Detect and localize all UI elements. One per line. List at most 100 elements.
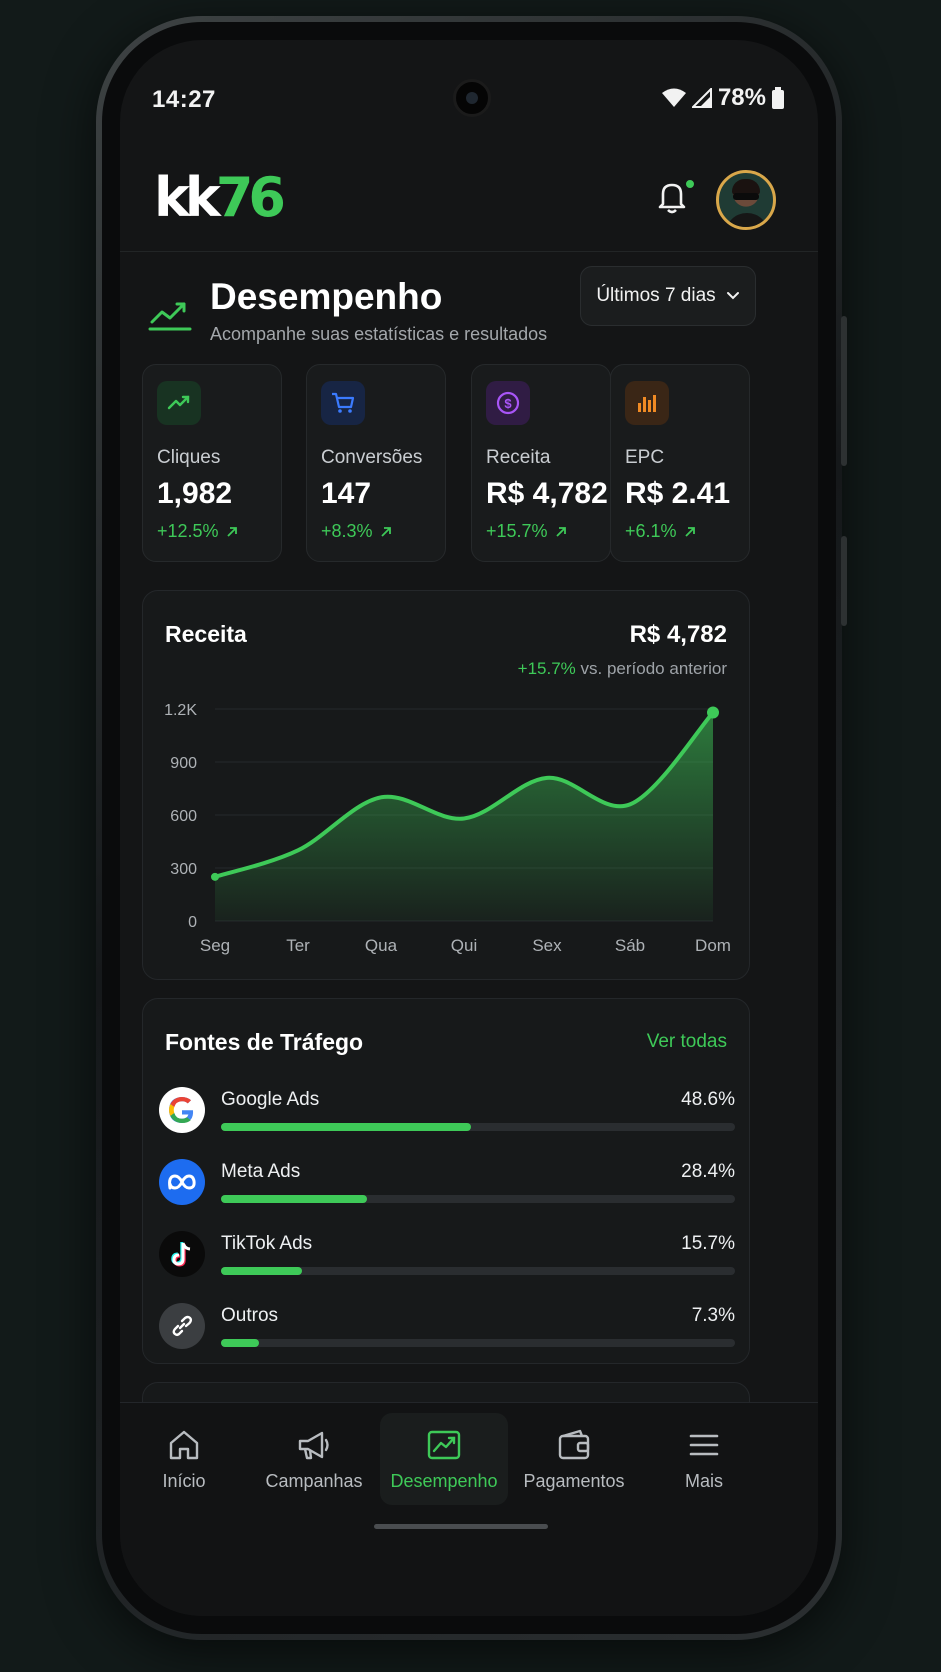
- revenue-total: R$ 4,782: [629, 621, 727, 648]
- arrow-up-right-icon: [684, 526, 695, 537]
- megaphone-icon: [298, 1431, 329, 1460]
- y-tick-label: 600: [170, 808, 197, 825]
- volume-button: [841, 316, 847, 466]
- traffic-sources-card: Fontes de Tráfego Ver todas Google Ads 4…: [142, 998, 750, 1364]
- power-button: [841, 536, 847, 626]
- period-dropdown[interactable]: Últimos 7 dias: [580, 266, 756, 326]
- source-bar-fill: [221, 1267, 302, 1275]
- link-icon: [159, 1303, 205, 1349]
- traffic-row-tiktok[interactable]: TikTok Ads 15.7%: [159, 1227, 735, 1283]
- svg-text:$: $: [504, 396, 512, 411]
- home-icon: [169, 1430, 199, 1460]
- y-tick-label: 1.2K: [164, 702, 197, 719]
- stat-value: R$ 2.41: [625, 477, 731, 510]
- y-tick-label: 900: [170, 755, 197, 772]
- notification-dot: [684, 178, 696, 190]
- brand-logo[interactable]: kk76: [154, 166, 286, 229]
- nav-label: Mais: [684, 1471, 723, 1491]
- x-tick-label: Dom: [695, 936, 731, 955]
- source-name: TikTok Ads: [221, 1233, 313, 1254]
- source-bar-track: [221, 1267, 735, 1275]
- stat-value: R$ 4,782: [486, 477, 608, 510]
- bar-chart-icon: [625, 381, 669, 425]
- stat-label: Cliques: [157, 447, 221, 468]
- meta-icon: [159, 1159, 205, 1205]
- source-bar-fill: [221, 1339, 259, 1347]
- nav-item-pagamentos[interactable]: Pagamentos: [510, 1413, 638, 1505]
- battery-percent: 78%: [717, 84, 766, 111]
- source-bar-track: [221, 1339, 735, 1347]
- chart-point: [707, 706, 719, 719]
- status-bar: 14:27 78%: [120, 40, 818, 117]
- stat-change: +12.5%: [157, 521, 239, 542]
- page-subtitle: Acompanhe suas estatísticas e resultados: [210, 324, 548, 344]
- stat-card-receita[interactable]: $ Receita R$ 4,782 +15.7%: [471, 364, 611, 562]
- stat-card-conversoes[interactable]: Conversões 147 +8.3%: [306, 364, 446, 562]
- source-name: Google Ads: [221, 1089, 320, 1110]
- signal-icon: [691, 88, 712, 108]
- x-tick-label: Sex: [532, 936, 562, 955]
- source-bar-track: [221, 1195, 735, 1203]
- chevron-down-icon: [726, 292, 739, 300]
- nav-item-desempenho[interactable]: Desempenho: [380, 1413, 508, 1505]
- page-title: Desempenho: [210, 276, 443, 317]
- source-name: Meta Ads: [221, 1161, 301, 1182]
- source-bar-fill: [221, 1123, 471, 1131]
- home-indicator[interactable]: [374, 1524, 548, 1529]
- screen: 14:27 78% kk76 Desempenho Acompanhe suas…: [120, 40, 818, 1616]
- front-camera: [453, 79, 491, 117]
- nav-item-campanhas[interactable]: Campanhas: [250, 1413, 378, 1505]
- revenue-comparison: +15.7% vs. período anterior: [517, 659, 727, 678]
- nav-label: Desempenho: [390, 1471, 498, 1491]
- cart-icon: [321, 381, 365, 425]
- x-tick-label: Seg: [200, 936, 230, 955]
- source-percent: 7.3%: [691, 1305, 735, 1326]
- traffic-row-outros[interactable]: Outros 7.3%: [159, 1299, 735, 1355]
- stat-card-epc[interactable]: EPC R$ 2.41 +6.1%: [610, 364, 750, 562]
- y-tick-label: 300: [170, 861, 197, 878]
- nav-item-mais[interactable]: Mais: [640, 1413, 768, 1505]
- stat-change: +15.7%: [486, 521, 568, 542]
- trending-up-icon: [157, 381, 201, 425]
- phone-bezel: 14:27 78% kk76 Desempenho Acompanhe suas…: [102, 22, 836, 1634]
- x-tick-label: Qua: [365, 936, 398, 955]
- revenue-chart[interactable]: 1.2K 900 600 300 0Seg Ter Qua Qui Sex Sáb Dom: [143, 687, 751, 977]
- x-tick-label: Qui: [451, 936, 477, 955]
- dollar-circle-icon: $: [486, 381, 530, 425]
- nav-label: Pagamentos: [523, 1471, 625, 1491]
- source-bar-track: [221, 1123, 735, 1131]
- chart-point: [211, 872, 219, 881]
- stat-change: +8.3%: [321, 521, 393, 542]
- app-header: kk76: [120, 140, 818, 252]
- battery-icon: [772, 87, 784, 109]
- traffic-row-meta[interactable]: Meta Ads 28.4%: [159, 1155, 735, 1211]
- arrow-up-right-icon: [380, 526, 391, 537]
- nav-item-inicio[interactable]: Início: [120, 1413, 248, 1505]
- x-tick-label: Ter: [286, 936, 310, 955]
- revenue-title: Receita: [165, 621, 247, 647]
- phone-frame: 14:27 78% kk76 Desempenho Acompanhe suas…: [96, 16, 847, 1640]
- arrow-up-right-icon: [555, 526, 566, 537]
- avatar[interactable]: [716, 170, 776, 230]
- arrow-up-right-icon: [226, 526, 237, 537]
- stat-label: Receita: [486, 447, 551, 468]
- x-tick-label: Sáb: [615, 936, 645, 955]
- source-percent: 28.4%: [681, 1161, 735, 1182]
- see-all-link[interactable]: Ver todas: [647, 1031, 727, 1053]
- trending-chart-icon: [427, 1430, 461, 1460]
- menu-icon: [689, 1434, 719, 1456]
- wallet-icon: [558, 1429, 590, 1460]
- status-time: 14:27: [152, 86, 216, 113]
- nav-label: Campanhas: [265, 1471, 363, 1491]
- traffic-row-google[interactable]: Google Ads 48.6%: [159, 1083, 735, 1139]
- google-icon: [159, 1087, 205, 1133]
- source-name: Outros: [221, 1305, 279, 1326]
- revenue-card: Receita R$ 4,782 +15.7% vs. período ante…: [142, 590, 750, 980]
- y-tick-label: 0: [188, 914, 197, 931]
- status-indicators: 78%: [661, 84, 784, 112]
- trending-up-icon: [148, 302, 192, 331]
- source-bar-fill: [221, 1195, 367, 1203]
- source-percent: 48.6%: [681, 1089, 735, 1110]
- stat-value: 147: [321, 477, 372, 510]
- stat-card-cliques[interactable]: Cliques 1,982 +12.5%: [142, 364, 282, 562]
